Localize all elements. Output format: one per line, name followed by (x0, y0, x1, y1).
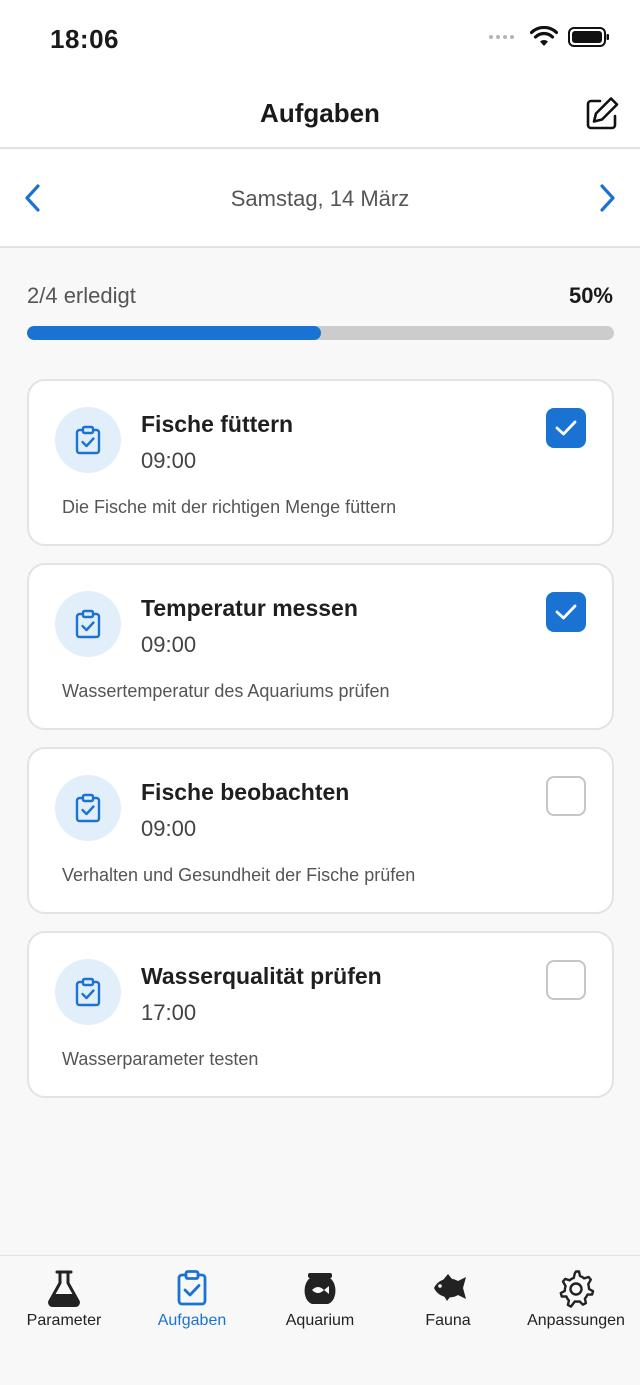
chevron-right-icon[interactable] (592, 180, 622, 216)
tab-label: Anpassungen (527, 1312, 625, 1329)
checkmark-icon (555, 604, 577, 620)
task-time: 09:00 (141, 632, 197, 657)
task-checkbox[interactable] (546, 776, 586, 816)
task-description: Verhalten und Gesundheit der Fische prüf… (62, 865, 416, 885)
clipboard-check-icon (75, 793, 101, 823)
task-icon-circle (55, 959, 121, 1025)
task-title: Temperatur messen (141, 595, 358, 621)
tab-anpassungen[interactable]: Anpassungen (512, 1256, 640, 1346)
flask-icon (48, 1270, 80, 1307)
status-icons (489, 26, 610, 48)
tab-bar: Parameter Aufgaben Aquarium Fauna Anpass… (0, 1255, 640, 1385)
fishbowl-icon (304, 1273, 336, 1304)
signal-icon (489, 35, 514, 39)
tab-label: Fauna (425, 1312, 471, 1329)
gear-icon (559, 1270, 595, 1308)
tab-aquarium[interactable]: Aquarium (256, 1256, 384, 1346)
wifi-icon (530, 26, 558, 46)
task-title: Fische beobachten (141, 779, 350, 805)
edit-icon[interactable] (582, 94, 622, 134)
task-description: Wassertemperatur des Aquariums prüfen (62, 681, 390, 701)
task-list: Fische füttern 09:00 Die Fische mit der … (27, 379, 614, 1115)
task-time: 17:00 (141, 1000, 197, 1025)
clipboard-check-icon (177, 1270, 207, 1306)
task-description: Die Fische mit der richtigen Menge fütte… (62, 497, 397, 517)
checkmark-icon (555, 420, 577, 436)
task-time: 09:00 (141, 816, 197, 841)
task-checkbox[interactable] (546, 592, 586, 632)
progress-bar-fill (27, 326, 321, 340)
tab-label: Aquarium (285, 1312, 355, 1329)
task-card[interactable]: Wasserqualität prüfen 17:00 Wasserparame… (27, 931, 614, 1098)
clipboard-check-icon (75, 977, 101, 1007)
task-icon-circle (55, 407, 121, 473)
task-card[interactable]: Temperatur messen 09:00 Wassertemperatur… (27, 563, 614, 730)
progress-bar (27, 326, 614, 340)
clipboard-check-icon (75, 425, 101, 455)
tab-label: Aufgaben (157, 1312, 227, 1329)
status-time: 18:06 (50, 24, 119, 54)
task-card[interactable]: Fische beobachten 09:00 Verhalten und Ge… (27, 747, 614, 914)
tab-label: Parameter (26, 1312, 102, 1329)
date-navigator: Samstag, 14 März (0, 150, 640, 248)
task-title: Fische füttern (141, 411, 294, 437)
nav-header: Aufgaben (0, 80, 640, 149)
fish-icon (434, 1274, 466, 1301)
task-card[interactable]: Fische füttern 09:00 Die Fische mit der … (27, 379, 614, 546)
task-time: 09:00 (141, 448, 197, 473)
task-title: Wasserqualität prüfen (141, 963, 382, 989)
task-icon-circle (55, 591, 121, 657)
current-date: Samstag, 14 März (230, 186, 410, 211)
tab-aufgaben[interactable]: Aufgaben (128, 1256, 256, 1346)
task-checkbox[interactable] (546, 408, 586, 448)
tab-parameter[interactable]: Parameter (0, 1256, 128, 1346)
page-title: Aufgaben (260, 98, 380, 128)
clipboard-check-icon (75, 609, 101, 639)
battery-icon (568, 27, 609, 47)
progress-summary: 2/4 erledigt (27, 283, 136, 308)
progress-percent: 50% (568, 283, 613, 308)
tab-fauna[interactable]: Fauna (384, 1256, 512, 1346)
status-bar: 18:06 (0, 0, 640, 80)
task-icon-circle (55, 775, 121, 841)
task-description: Wasserparameter testen (62, 1049, 259, 1069)
task-checkbox[interactable] (546, 960, 586, 1000)
